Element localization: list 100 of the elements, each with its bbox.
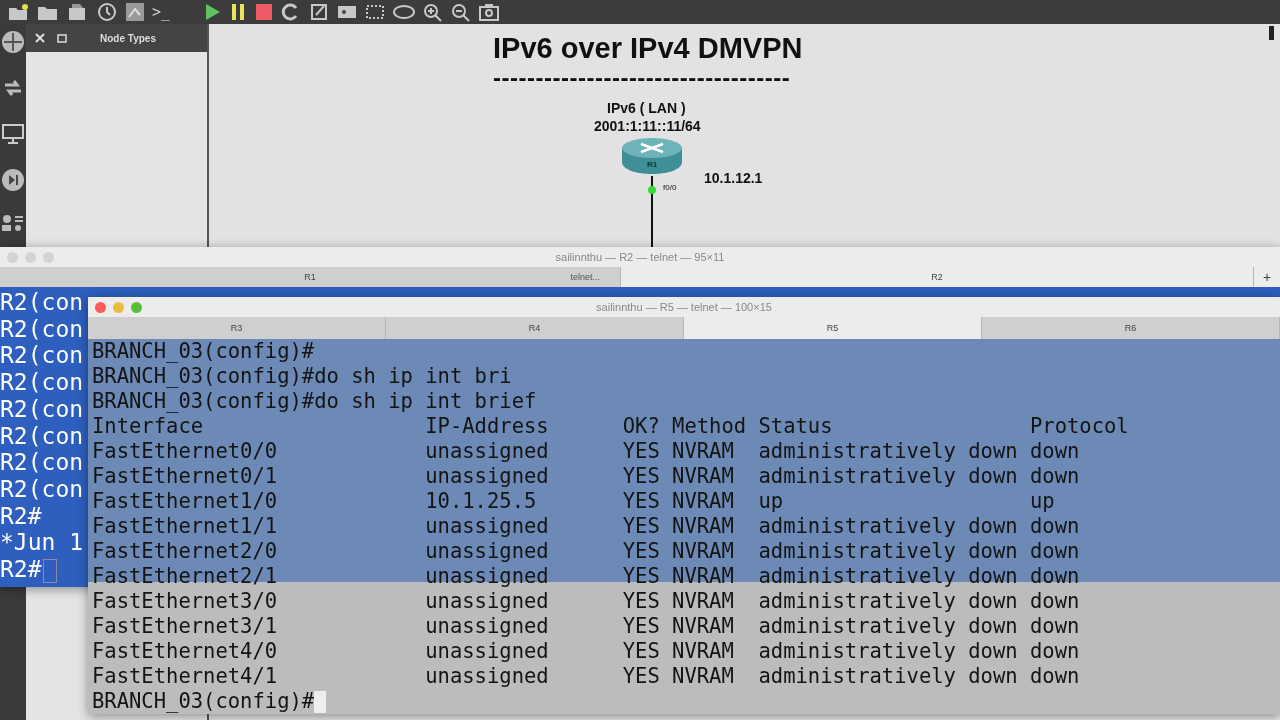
table-cell-text: FastEthernet3/0 [92,589,279,614]
table-cell-text: unassigned [425,664,550,689]
table-cell-text: unassigned [425,439,550,464]
port-label: f0/0 [663,183,677,192]
table-cell-text: administratively down [758,639,1019,664]
console-button[interactable]: >_ [152,3,171,21]
table-cell-text: FastEthernet0/1 [92,464,279,489]
terminal-line: R2(con [0,289,84,316]
table-cell-text: YES [622,589,661,614]
table-cell-text: YES [622,489,661,514]
new-tab-button[interactable]: + [1254,267,1280,287]
table-cell-text: NVRAM [672,439,735,464]
table-cell-text: down [1029,514,1081,539]
terminal-line: R2(con [0,422,84,450]
table-cell-text: NVRAM [672,564,735,589]
title-underline: ----------------------------------- [493,64,791,92]
monitor-icon[interactable] [1,122,25,146]
terminal-line: R2# [0,502,42,530]
table-cell-text: down [1029,564,1081,589]
window-title: sailinnthu — R5 — telnet — 100×15 [595,301,773,313]
table-cell-text: unassigned [425,614,550,639]
table-cell-text: down [1029,439,1081,464]
table-cell-text: FastEthernet4/1 [92,664,279,689]
table-cell-text: administratively down [758,539,1019,564]
table-cell-text: unassigned [425,564,550,589]
panel-title: Node Types [100,32,156,44]
table-cell-text: administratively down [758,664,1019,689]
terminal-tab[interactable]: R2 [621,267,1254,287]
play-circle-icon[interactable] [1,168,25,192]
terminal-line: *Jun 1 [0,529,84,557]
table-cell-text: FastEthernet1/0 [92,489,279,514]
table-cell-text: down [1029,464,1081,489]
table-cell-text: FastEthernet3/1 [92,614,279,639]
lan-label: IPv6 ( LAN ) [607,100,686,116]
table-cell-text: NVRAM [672,514,735,539]
ellipse-icon[interactable] [392,2,417,22]
table-cell-text: FastEthernet2/1 [92,564,279,589]
save-icon[interactable] [66,2,88,22]
table-cell-text: unassigned [425,514,550,539]
table-cell-text: YES [622,639,661,664]
camera-icon[interactable] [478,2,501,22]
column-header: Status [758,414,834,439]
table-cell-text: NVRAM [672,639,735,664]
terminal-line: R2(con [0,369,84,396]
table-cell-text: administratively down [758,614,1019,639]
terminal-line: R2# [0,556,57,583]
cursor [42,558,57,583]
table-cell-text: FastEthernet0/0 [92,439,279,464]
lan-address: 2001:1:11::11/64 [594,118,701,134]
router-icon[interactable] [1,30,25,54]
table-cell-text: up [758,489,785,514]
table-cell-text: YES [622,439,661,464]
table-cell-text: unassigned [425,589,550,614]
rectangle-icon[interactable] [364,2,387,22]
terminal-line: R2(con [0,449,84,476]
table-cell-text: NVRAM [672,489,735,514]
table-cell-text: down [1029,664,1081,689]
table-cell-text: unassigned [425,539,550,564]
cursor [314,690,327,713]
table-cell-text: NVRAM [672,664,735,689]
terminal-prompt: BRANCH_03(config)# [92,689,315,714]
terminal-line: R2(con [0,395,84,423]
table-cell-text: YES [622,664,661,689]
table-cell-text: YES [622,514,661,539]
terminal-line: R2(con [0,342,84,370]
terminal-line: BRANCH_03(config)#do sh ip int brief [92,389,538,414]
table-cell-text: administratively down [758,439,1019,464]
window-control[interactable] [95,301,106,313]
table-cell-text: FastEthernet1/1 [92,514,279,539]
table-cell-text: YES [622,539,661,564]
column-header: Method [672,414,748,439]
terminal-line: BRANCH_03(config)# [92,339,316,364]
table-cell-text: unassigned [425,639,550,664]
column-header: IP-Address [425,414,550,439]
table-cell-text: up [1029,489,1056,514]
float-icon[interactable] [56,32,68,44]
terminal-line: R2(con [0,315,84,343]
all-devices-icon[interactable] [1,214,25,232]
scrollbar[interactable] [1269,26,1274,40]
table-cell-text: FastEthernet4/0 [92,639,279,664]
table-cell-text: NVRAM [672,589,735,614]
column-header: Protocol [1029,414,1130,439]
table-cell-text: down [1029,539,1081,564]
terminal-line: BRANCH_03(config)#do sh ip int bri [92,364,513,389]
stop-icon[interactable] [254,2,275,22]
table-cell-text: down [1029,614,1081,639]
table-cell-text: NVRAM [672,539,735,564]
new-folder-icon[interactable] [6,2,30,22]
table-cell-text: NVRAM [672,614,735,639]
table-cell-text: NVRAM [672,464,735,489]
table-cell-text: administratively down [758,564,1019,589]
table-cell-text: YES [622,564,661,589]
table-cell-text: YES [622,614,661,639]
table-cell-text: 10.1.25.5 [425,489,538,514]
table-cell-text: administratively down [758,589,1019,614]
terminal-tab[interactable]: R5 [684,317,982,339]
terminal-line: R2(con [0,475,84,503]
screenshot-icon[interactable] [124,2,146,22]
table-cell-text: administratively down [758,464,1019,489]
close-icon[interactable] [34,32,46,44]
